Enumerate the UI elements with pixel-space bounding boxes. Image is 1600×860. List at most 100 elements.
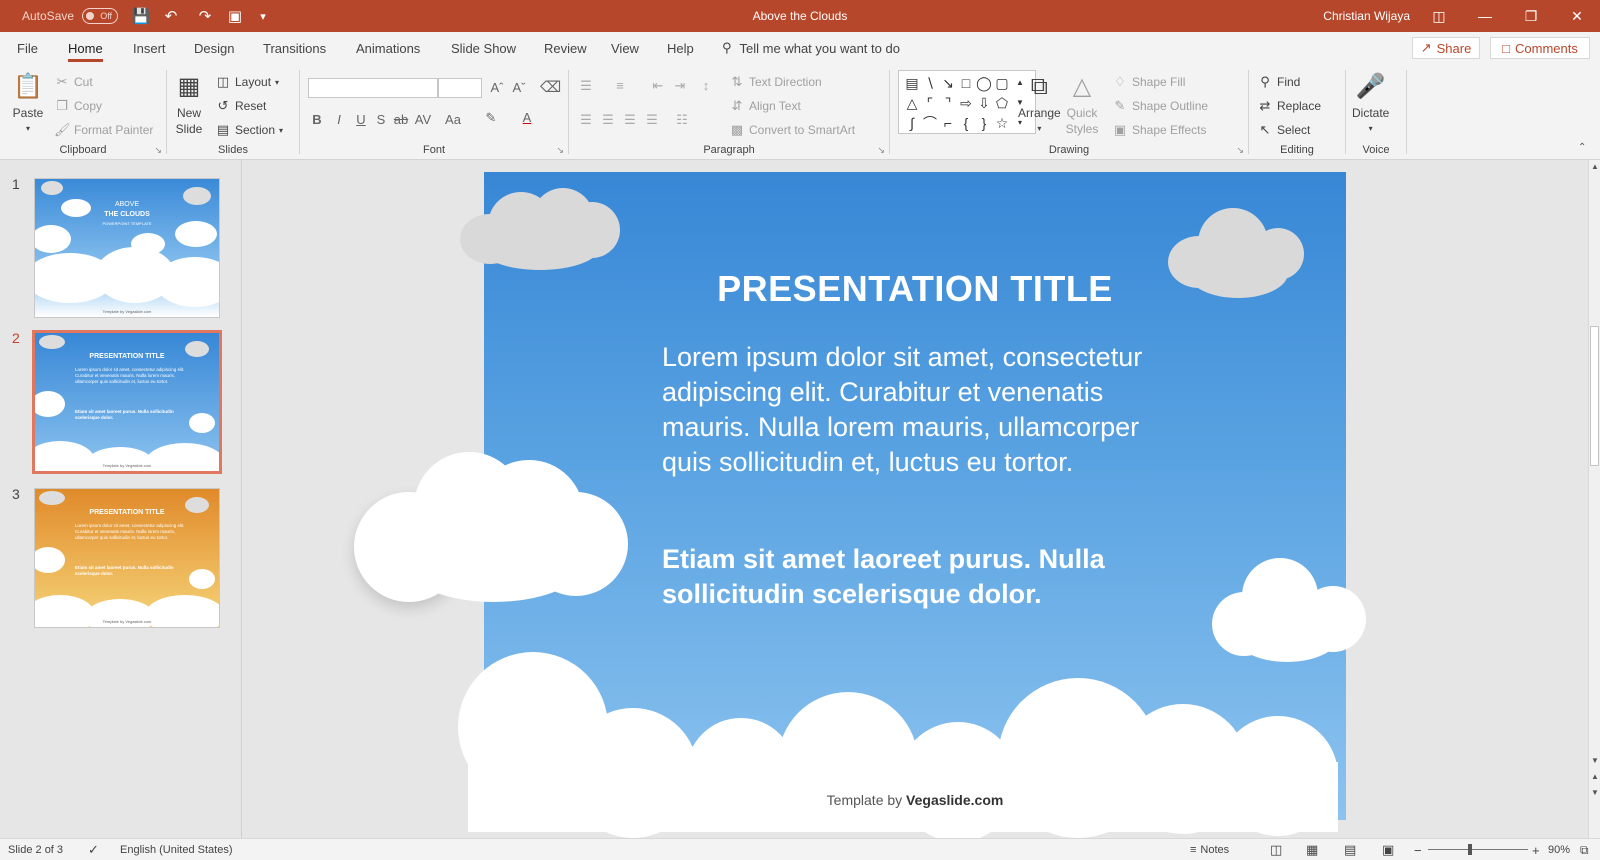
close-icon[interactable]: ✕ [1554,0,1600,32]
pentagon-icon[interactable]: ⬠ [993,93,1011,113]
line-icon[interactable]: ∖ [921,73,939,93]
shape-outline-button[interactable]: ✎ Shape Outline [1112,98,1209,114]
redo-icon[interactable]: ↷ [192,0,218,32]
align-text-button[interactable]: ⇵ Align Text [729,98,801,114]
previous-slide-icon[interactable]: ▲ [1590,772,1600,781]
tab-view[interactable]: View [611,32,639,64]
zoom-slider-thumb[interactable] [1468,844,1472,855]
restore-icon[interactable]: ❐ [1508,0,1554,32]
slide-thumbnail-1[interactable]: ABOVE THE CLOUDS POWERPOINT TEMPLATE Tem… [34,178,220,318]
slide-sorter-icon[interactable]: ▦ [1306,839,1318,860]
numbering-icon[interactable]: ≡ [611,78,629,93]
arrange-button[interactable]: ⧉ Arrange ▾ [1018,70,1061,136]
font-launcher-icon[interactable]: ↘ [556,145,564,156]
cut-button[interactable]: ✂ Cut [54,74,93,90]
paste-button[interactable]: 📋 Paste ▾ [10,70,46,136]
scroll-down-icon[interactable]: ▼ [1590,756,1600,765]
select-button[interactable]: ↖ Select [1257,122,1311,138]
collapse-ribbon-icon[interactable]: ⌃ [1578,142,1586,153]
star-icon[interactable]: ☆ [993,113,1011,133]
tab-review[interactable]: Review [544,32,587,64]
zoom-out-icon[interactable]: − [1414,839,1422,860]
text-direction-button[interactable]: ⇅ Text Direction [729,74,822,90]
convert-smartart-button[interactable]: ▩ Convert to SmartArt [729,122,855,138]
align-left-icon[interactable]: ☰ [577,112,595,128]
arrow-line-icon[interactable]: ↘ [939,73,957,93]
italic-icon[interactable]: I [330,112,348,127]
text-shadow-icon[interactable]: S [372,112,390,127]
fit-to-window-icon[interactable]: ⧉ [1580,839,1589,860]
share-button[interactable]: ↗ Share [1412,37,1480,59]
down-arrow-icon[interactable]: ⇩ [975,93,993,113]
zoom-level[interactable]: 90% [1548,839,1570,860]
font-name-combo[interactable] [308,78,438,98]
vertical-scrollbar[interactable]: ▲ ▼ ▲ ▼ [1588,160,1600,838]
connector-icon[interactable]: ⌜ [921,93,939,113]
bold-icon[interactable]: B [308,112,326,127]
rounded-rectangle-icon[interactable]: ▢ [993,73,1011,93]
ribbon-display-options-icon[interactable]: ◫ [1416,0,1462,32]
tab-home[interactable]: Home [68,32,103,64]
new-slide-button[interactable]: ▦ New Slide [171,70,207,137]
slide-canvas[interactable]: PRESENTATION TITLE Lorem ipsum dolor sit… [354,172,1366,838]
paragraph-launcher-icon[interactable]: ↘ [877,145,885,156]
increase-indent-icon[interactable]: ⇥ [671,78,689,94]
align-right-icon[interactable]: ☰ [621,112,639,128]
tab-insert[interactable]: Insert [133,32,166,64]
underline-icon[interactable]: U [352,112,370,127]
triangle-icon[interactable]: △ [903,93,921,113]
slide-footer[interactable]: Template by Vegaslide.com [484,792,1346,808]
font-size-combo[interactable] [438,78,482,98]
strikethrough-icon[interactable]: ab [392,112,410,127]
comments-button[interactable]: □ Comments [1490,37,1590,59]
normal-view-icon[interactable]: ◫ [1270,839,1282,860]
character-spacing-icon[interactable]: AV [414,112,432,127]
line-spacing-icon[interactable]: ↕ [697,78,715,93]
replace-button[interactable]: ⇄ Replace [1257,98,1321,114]
slide-show-icon[interactable]: ▣ [1382,839,1394,860]
align-center-icon[interactable]: ☰ [599,112,617,128]
layout-button[interactable]: ◫ Layout ▾ [215,74,279,90]
zoom-in-icon[interactable]: + [1532,839,1540,860]
autosave-toggle[interactable]: AutoSave Off [22,0,119,32]
font-color-icon[interactable]: A [518,110,536,125]
section-button[interactable]: ▤ Section ▾ [215,122,283,138]
tab-transitions[interactable]: Transitions [263,32,326,64]
decrease-indent-icon[interactable]: ⇤ [649,78,667,94]
customize-qat-icon[interactable]: ▾ [250,0,276,32]
shapes-gallery[interactable]: ▤ ∖ ↘ □ ◯ ▢ ▲ △ ⌜ ⌝ ⇨ ⇩ ⬠ ▼ ∫ ⌒ ⌐{} ☆ ▾ [898,70,1036,134]
tab-animations[interactable]: Animations [356,32,420,64]
slide-bold-text[interactable]: Etiam sit amet laoreet purus. Nulla soll… [662,542,1182,612]
freeform-icon[interactable]: ∫ [903,113,921,133]
find-button[interactable]: ⚲ Find [1257,74,1300,90]
right-arrow-icon[interactable]: ⇨ [957,93,975,113]
reset-button[interactable]: ↺ Reset [215,98,267,114]
slide-body-text[interactable]: Lorem ipsum dolor sit amet, consectetur … [662,340,1182,480]
dictate-button[interactable]: 🎤 Dictate ▾ [1352,70,1389,136]
drawing-launcher-icon[interactable]: ↘ [1236,145,1244,156]
text-box-icon[interactable]: ▤ [903,73,921,93]
next-slide-icon[interactable]: ▼ [1590,788,1600,797]
save-icon[interactable]: 💾 [128,0,154,32]
slide-thumbnail-3[interactable]: PRESENTATION TITLE Lorem ipsum dolor sit… [34,488,220,628]
justify-icon[interactable]: ☰ [643,112,661,128]
tab-file[interactable]: File [17,32,38,64]
spelling-check-icon[interactable]: ✓ [88,839,99,860]
oval-icon[interactable]: ◯ [975,73,993,93]
clear-formatting-icon[interactable]: ⌫ [540,78,561,96]
start-from-beginning-icon[interactable]: ▣ [222,0,248,32]
curve-icon[interactable]: ⌐ [939,113,957,133]
minimize-icon[interactable]: — [1462,0,1508,32]
slide-counter[interactable]: Slide 2 of 3 [8,839,63,860]
rectangle-icon[interactable]: □ [957,73,975,93]
shape-fill-button[interactable]: ♢ Shape Fill [1112,74,1185,90]
change-case-icon[interactable]: Aa [444,112,462,127]
tab-design[interactable]: Design [194,32,234,64]
reading-view-icon[interactable]: ▤ [1344,839,1356,860]
slide-title[interactable]: PRESENTATION TITLE [484,268,1346,310]
undo-icon[interactable]: ↶ [158,0,184,32]
increase-font-icon[interactable]: Aˆ [488,80,506,95]
tell-me-search[interactable]: ⚲ Tell me what you want to do [722,32,900,64]
shape-effects-button[interactable]: ▣ Shape Effects [1112,122,1207,138]
notes-button[interactable]: ≡ Notes [1190,839,1229,860]
